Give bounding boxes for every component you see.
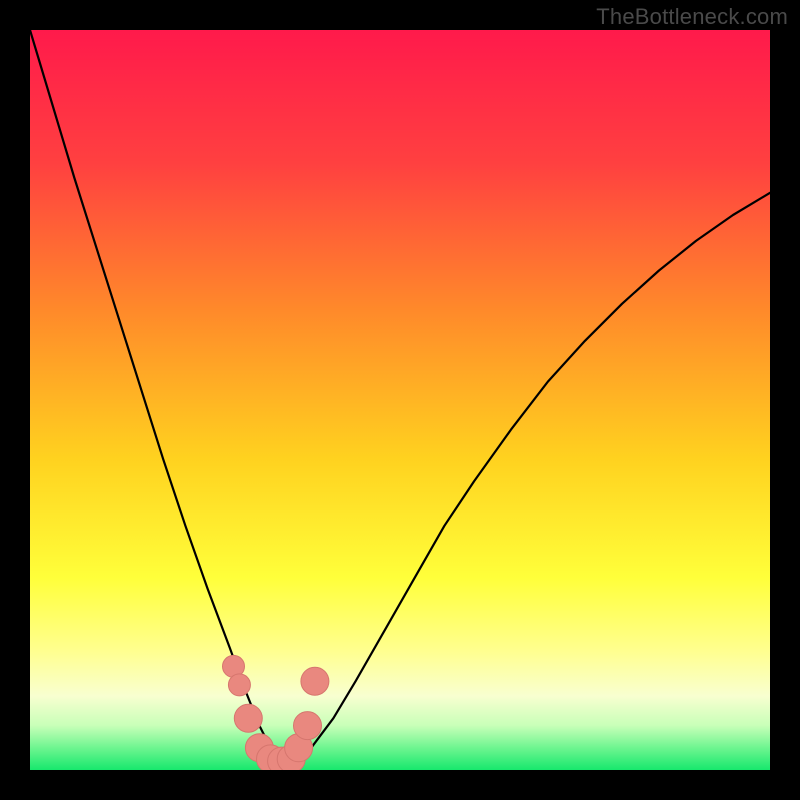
curve-marker	[301, 667, 329, 695]
curve-marker	[294, 712, 322, 740]
plot-area	[30, 30, 770, 770]
curve-marker	[234, 704, 262, 732]
chart-frame	[0, 0, 800, 800]
watermark-text: TheBottleneck.com	[596, 4, 788, 30]
bottleneck-curve	[30, 30, 770, 770]
curve-marker	[228, 674, 250, 696]
